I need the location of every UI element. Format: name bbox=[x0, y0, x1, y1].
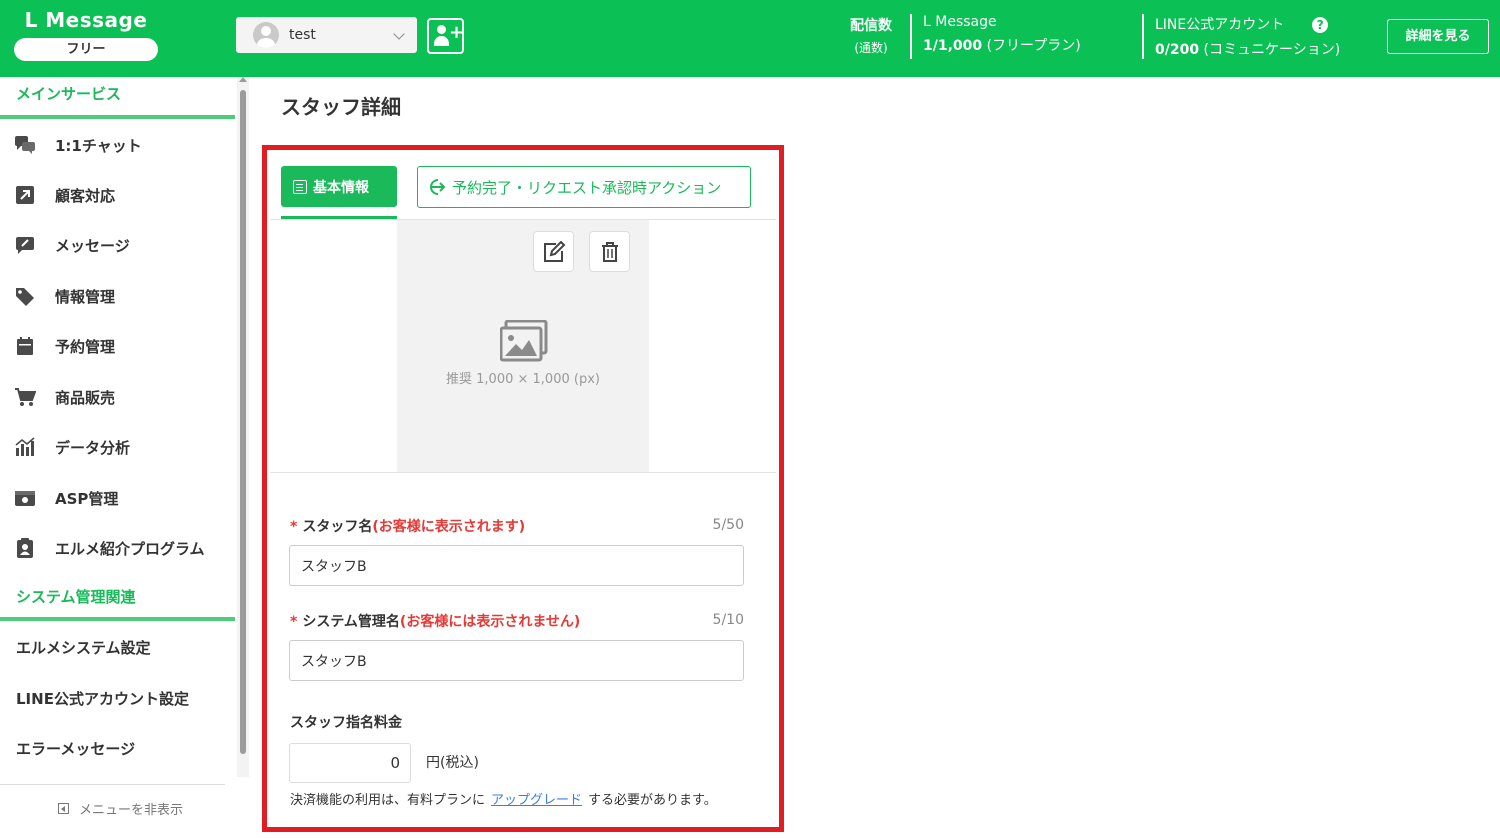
avatar bbox=[253, 22, 279, 48]
chat-icon bbox=[13, 134, 37, 156]
nomination-fee-label: スタッフ指名料金 bbox=[290, 715, 402, 731]
document-icon bbox=[293, 179, 307, 194]
staff-name-label: * スタッフ名(お客様に表示されます) bbox=[290, 519, 526, 535]
plus-icon: + bbox=[449, 22, 465, 43]
bar-chart-icon bbox=[13, 436, 37, 458]
cart-icon bbox=[13, 386, 37, 408]
delete-image-button[interactable] bbox=[589, 231, 630, 272]
line-usage: LINE公式アカウント? 0/200 (コミュニケーション) bbox=[1155, 17, 1341, 58]
currency-unit: 円(税込) bbox=[426, 755, 479, 771]
upgrade-link[interactable]: アップグレード bbox=[491, 793, 582, 808]
section-main-services: メインサービス bbox=[16, 85, 122, 103]
top-header: L Message フリー test + 配信数 (通数) L Message … bbox=[0, 0, 1500, 77]
image-placeholder-icon bbox=[500, 320, 548, 362]
calendar-icon bbox=[13, 335, 37, 357]
sidebar-item-system-settings[interactable]: エルメシステム設定 bbox=[0, 627, 235, 667]
trash-icon bbox=[601, 241, 618, 262]
scroll-up-arrow[interactable] bbox=[239, 77, 247, 82]
tag-icon bbox=[13, 285, 37, 307]
sidebar-item-reservation[interactable]: 予約管理 bbox=[0, 326, 235, 366]
edit-image-button[interactable] bbox=[533, 231, 574, 272]
asp-icon bbox=[13, 487, 37, 509]
add-friend-button[interactable]: + bbox=[427, 18, 464, 54]
help-icon[interactable]: ? bbox=[1312, 17, 1329, 33]
sidebar-item-referral[interactable]: エルメ紹介プログラム bbox=[0, 528, 235, 568]
sign-in-arrow-icon bbox=[430, 179, 446, 195]
system-name-counter: 5/10 bbox=[712, 612, 744, 628]
chevron-down-icon bbox=[393, 28, 405, 40]
account-name: test bbox=[289, 27, 316, 43]
collapse-icon bbox=[58, 803, 69, 814]
hide-menu-button[interactable]: メニューを非表示 bbox=[58, 799, 183, 818]
sidebar-item-label: 顧客対応 bbox=[55, 186, 116, 205]
lmessage-usage: L Message 1/1,000 (フリープラン) bbox=[923, 14, 1081, 54]
sidebar-item-info[interactable]: 情報管理 bbox=[0, 276, 235, 316]
sidebar-item-sales[interactable]: 商品販売 bbox=[0, 377, 235, 417]
sidebar-item-label: 商品販売 bbox=[55, 388, 116, 407]
divider bbox=[1142, 14, 1144, 59]
system-name-label: * システム管理名(お客様には表示されません) bbox=[290, 614, 581, 630]
sidebar-item-label: メッセージ bbox=[55, 236, 130, 255]
sidebar-item-label: データ分析 bbox=[55, 438, 131, 457]
required-mark: * bbox=[290, 519, 298, 535]
delivery-count-label: 配信数 (通数) bbox=[850, 18, 892, 55]
sidebar-item-label: 1:1チャット bbox=[55, 136, 142, 155]
sidebar-item-message[interactable]: メッセージ bbox=[0, 225, 235, 265]
sidebar-item-asp[interactable]: ASP管理 bbox=[0, 478, 235, 518]
page-title: スタッフ詳細 bbox=[281, 95, 401, 119]
scrollbar-thumb[interactable] bbox=[240, 90, 246, 754]
sidebar-item-error-messages[interactable]: エラーメッセージ bbox=[0, 728, 235, 768]
nomination-fee-input[interactable]: 0 bbox=[289, 743, 411, 783]
sidebar-item-label: エルメ紹介プログラム bbox=[55, 539, 205, 558]
staff-name-input[interactable]: スタッフB bbox=[289, 545, 744, 586]
section-system: システム管理関連 bbox=[16, 588, 136, 606]
app-title: L Message bbox=[24, 8, 148, 32]
sidebar-item-label: ASP管理 bbox=[55, 489, 119, 508]
edit-icon bbox=[543, 240, 565, 262]
sidebar-item-chat[interactable]: 1:1チャット bbox=[0, 125, 235, 165]
plan-badge: フリー bbox=[14, 38, 158, 61]
sidebar-item-analytics[interactable]: データ分析 bbox=[0, 427, 235, 467]
system-name-input[interactable]: スタッフB bbox=[289, 640, 744, 681]
logo[interactable]: L Message フリー bbox=[14, 8, 158, 61]
sidebar-item-customer[interactable]: 顧客対応 bbox=[0, 175, 235, 215]
sidebar-item-label: 情報管理 bbox=[55, 287, 116, 306]
sidebar-item-line-settings[interactable]: LINE公式アカウント設定 bbox=[0, 678, 235, 718]
user-icon bbox=[437, 25, 446, 34]
external-arrow-icon bbox=[13, 184, 37, 206]
tab-reservation-action[interactable]: 予約完了・リクエスト承認時アクション bbox=[417, 166, 751, 208]
account-select[interactable]: test bbox=[236, 17, 417, 53]
view-details-button[interactable]: 詳細を見る bbox=[1387, 19, 1489, 54]
staff-name-counter: 5/50 bbox=[712, 517, 744, 533]
divider bbox=[910, 14, 912, 59]
tab-basic-info[interactable]: 基本情報 bbox=[281, 166, 397, 207]
sidebar-item-label: 予約管理 bbox=[55, 337, 116, 356]
sidebar: メインサービス 1:1チャット 顧客対応 メッセージ 情報管理 予約管理 商品販… bbox=[0, 77, 250, 838]
required-mark: * bbox=[290, 614, 298, 630]
payment-notice: 決済機能の利用は、有料プランに アップグレード する必要があります。 bbox=[290, 793, 717, 808]
clipboard-user-icon bbox=[13, 537, 37, 559]
image-size-hint: 推奨 1,000 × 1,000 (px) bbox=[446, 372, 600, 387]
message-edit-icon bbox=[13, 234, 37, 256]
